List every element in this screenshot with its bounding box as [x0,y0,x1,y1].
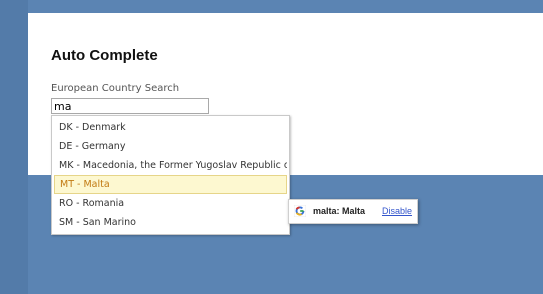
disable-link[interactable]: Disable [382,206,412,216]
dropdown-option[interactable]: DK - Denmark [54,118,287,137]
suggestion-tooltip: malta: Malta Disable [288,199,418,224]
search-field-label: European Country Search [51,83,180,94]
dropdown-option[interactable]: MK - Macedonia, the Former Yugoslav Repu… [54,156,287,175]
dropdown-option[interactable]: RO - Romania [54,194,287,213]
dropdown-option-highlighted[interactable]: MT - Malta [54,175,287,194]
dropdown-option[interactable]: DE - Germany [54,137,287,156]
page-title: Auto Complete [51,47,158,64]
dropdown-option[interactable]: SM - San Marino [54,213,287,232]
autocomplete-dropdown: DK - Denmark DE - Germany MK - Macedonia… [51,115,290,235]
suggestion-text[interactable]: malta: Malta [313,206,365,216]
country-search-input[interactable] [51,98,209,114]
google-g-icon [293,204,307,218]
left-edge-strip [0,0,28,294]
